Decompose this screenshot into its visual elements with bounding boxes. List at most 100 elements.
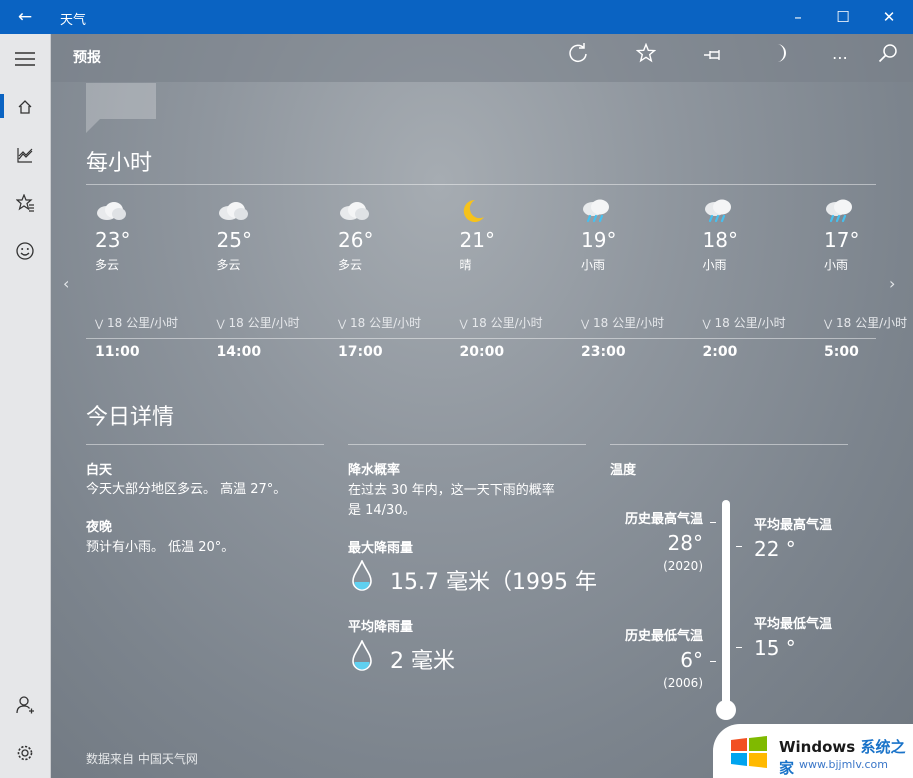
temperature-label: 温度 — [610, 463, 637, 478]
maximize-button[interactable]: ☐ — [820, 0, 866, 34]
cloud-icon — [338, 198, 448, 226]
hourly-desc: 多云 — [216, 258, 241, 272]
avg-low-tick — [736, 647, 742, 648]
avg-high-label: 平均最高气温 — [754, 518, 833, 533]
thermometer-bar — [722, 500, 730, 710]
hourly-item: 21° 晴 ⋁ 18 公里/小时 20:00 — [459, 198, 570, 360]
nav-favorites-star-icon[interactable] — [0, 184, 50, 220]
hourly-time: 2:00 — [702, 344, 738, 360]
hourly-desc: 多云 — [95, 258, 120, 272]
hourly-time: 17:00 — [338, 344, 383, 360]
hourly-time: 20:00 — [459, 344, 505, 360]
close-button[interactable]: ✕ — [866, 0, 912, 34]
hourly-item: 19° 小雨 ⋁ 18 公里/小时 23:00 — [581, 198, 691, 360]
nav-feedback-smiley-icon[interactable] — [0, 232, 50, 268]
historic-high-value: 28° — [667, 531, 703, 555]
hourly-desc: 小雨 — [702, 258, 727, 272]
hourly-wind: ⋁ 18 公里/小时 — [217, 314, 300, 331]
hourly-wind: ⋁ 18 公里/小时 — [703, 314, 786, 331]
hourly-wind-speed: 18 公里/小时 — [714, 316, 786, 330]
avg-high-tick — [736, 546, 742, 547]
hourly-temp: 23° — [95, 228, 131, 252]
watermark-brand: Windows 系统之家 — [779, 738, 906, 777]
hourly-temp: 19° — [581, 228, 617, 252]
avg-rain-label: 平均降雨量 — [348, 620, 414, 635]
pin-icon[interactable] — [697, 42, 731, 74]
wind-direction-icon: ⋁ — [702, 319, 711, 330]
nav-home-icon[interactable] — [0, 88, 50, 124]
watermark-url: www.bjjmlv.com — [799, 758, 888, 771]
historic-high-label: 历史最高气温 — [624, 512, 703, 527]
more-options-icon[interactable]: ⋯ — [823, 42, 857, 74]
hourly-wind: ⋁ 18 公里/小时 — [581, 314, 664, 331]
wind-direction-icon: ⋁ — [338, 319, 347, 330]
minimize-button[interactable]: – — [775, 0, 821, 34]
moon-icon — [460, 198, 570, 226]
thermometer-bulb — [716, 700, 736, 720]
title-bar: ← 天气 – ☐ ✕ — [0, 0, 913, 34]
nav-maps-chart-icon[interactable] — [0, 136, 50, 172]
wind-direction-icon: ⋁ — [95, 319, 104, 330]
search-icon[interactable] — [871, 42, 905, 74]
wind-direction-icon: ⋁ — [459, 319, 468, 330]
hourly-time: 14:00 — [216, 344, 262, 360]
precip-text-line1: 在过去 30 年内，这一天下雨的概率 — [348, 483, 555, 498]
account-icon[interactable] — [0, 686, 50, 722]
hourly-time: 23:00 — [581, 344, 626, 360]
night-mode-moon-icon[interactable] — [764, 42, 798, 74]
hourly-temp: 17° — [824, 228, 860, 252]
hourly-item: 25° 多云 ⋁ 18 公里/小时 14:00 — [216, 198, 327, 360]
hourly-item: 18° 小雨 ⋁ 18 公里/小时 2:00 — [702, 198, 813, 360]
favorite-star-icon[interactable] — [629, 42, 663, 74]
historic-high-block: 历史最高气温 28° (2020) — [593, 508, 703, 573]
refresh-icon[interactable] — [561, 42, 595, 74]
hourly-time: 11:00 — [95, 344, 140, 360]
watermark-badge: Windows 系统之家 www.bjjmlv.com — [713, 724, 913, 778]
divider — [86, 338, 876, 339]
hourly-desc: 小雨 — [824, 258, 849, 272]
hourly-wind: ⋁ 18 公里/小时 — [460, 314, 543, 331]
cloud-icon — [217, 198, 327, 226]
rain-cloud-icon — [824, 198, 913, 226]
command-bar: 预报 ⋯ — [51, 34, 913, 82]
precip-text-line2: 是 14/30。 — [348, 503, 416, 518]
hourly-temp: 25° — [216, 228, 252, 252]
precip-label: 降水概率 — [348, 463, 401, 478]
hourly-item: 23° 多云 ⋁ 18 公里/小时 11:00 — [95, 198, 205, 360]
hamburger-menu-icon[interactable] — [0, 40, 50, 76]
hourly-item: 26° 多云 ⋁ 18 公里/小时 17:00 — [338, 198, 448, 360]
details-title: 今日详情 — [86, 405, 175, 430]
hourly-wind: ⋁ 18 公里/小时 — [824, 314, 907, 331]
divider — [348, 444, 586, 445]
historic-high-tick — [710, 522, 716, 523]
historic-low-value: 6° — [680, 648, 703, 672]
wind-direction-icon: ⋁ — [824, 319, 833, 330]
night-label: 夜晚 — [86, 520, 113, 535]
avg-low-block: 平均最低气温 15 ° — [754, 613, 832, 660]
wind-direction-icon: ⋁ — [216, 319, 225, 330]
avg-low-value: 15 ° — [754, 636, 796, 660]
daily-selection-pointer — [86, 83, 156, 133]
avg-low-label: 平均最低气温 — [754, 617, 833, 632]
rain-cloud-icon — [581, 198, 691, 226]
day-text: 今天大部分地区多云。 高温 27°。 — [86, 482, 287, 497]
settings-gear-icon[interactable] — [0, 734, 50, 770]
historic-low-year: (2006) — [663, 676, 703, 690]
back-arrow-icon[interactable]: ← — [14, 6, 36, 28]
historic-low-tick — [710, 661, 716, 662]
hourly-wind-speed: 18 公里/小时 — [836, 316, 908, 330]
divider — [86, 184, 876, 185]
hourly-title: 每小时 — [86, 151, 153, 176]
hourly-temp: 21° — [459, 228, 495, 252]
max-rain-value: 15.7 毫米（1995 年 — [390, 570, 597, 595]
hourly-wind: ⋁ 18 公里/小时 — [338, 314, 421, 331]
wind-direction-icon: ⋁ — [581, 319, 590, 330]
scroll-left-chevron-icon[interactable]: ‹ — [63, 274, 69, 293]
hourly-wind-speed: 18 公里/小时 — [593, 316, 665, 330]
night-text: 预计有小雨。 低温 20°。 — [86, 540, 235, 555]
raindrop-icon — [351, 559, 373, 596]
scroll-right-chevron-icon[interactable]: › — [889, 274, 895, 293]
hourly-item: 17° 小雨 ⋁ 18 公里/小时 5:00 — [824, 198, 913, 360]
divider — [610, 444, 848, 445]
hourly-wind-speed: 18 公里/小时 — [471, 316, 543, 330]
